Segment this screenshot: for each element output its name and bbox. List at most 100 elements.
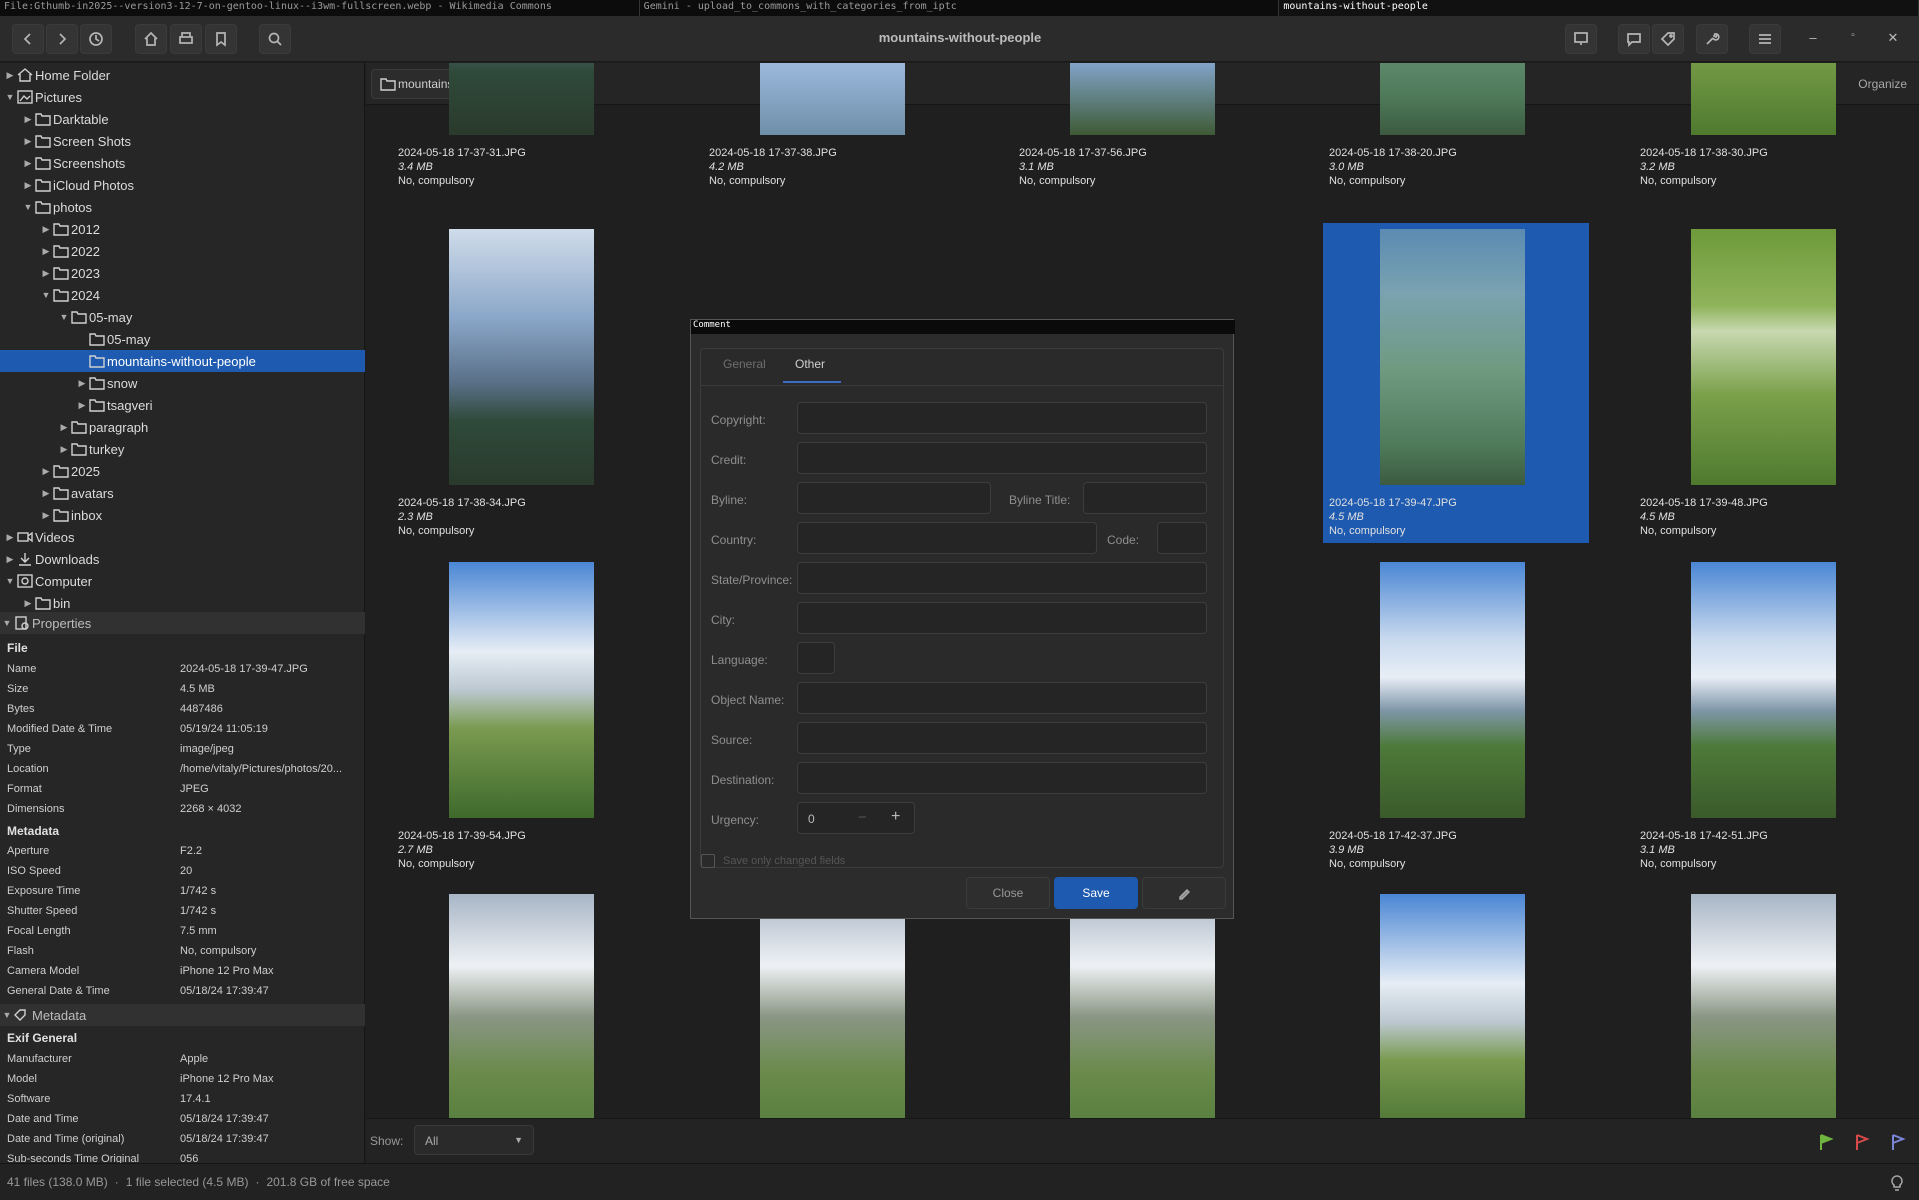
history-button[interactable] <box>80 24 112 54</box>
thumbnail[interactable] <box>1013 888 1279 1118</box>
maximize-button[interactable]: ▫ <box>1843 30 1863 50</box>
tree-item[interactable]: ▶ tsagveri <box>0 394 365 416</box>
chevron-down-icon[interactable]: ▼ <box>57 312 71 322</box>
lightbulb-icon[interactable] <box>1889 1174 1905 1192</box>
city-input[interactable] <box>797 602 1207 634</box>
tree-item[interactable]: ▶ iCloud Photos <box>0 174 365 196</box>
thumbnail[interactable]: 2024-05-18 17-39-47.JPG 4.5 MB No, compuls… <box>1323 223 1589 543</box>
chevron-down-icon[interactable]: ▼ <box>3 92 17 102</box>
tree-item[interactable]: ▶ Darktable <box>0 108 365 130</box>
window-tab-wikimedia[interactable]: File:Gthumb-in2025--version3-12-7-on-gen… <box>0 0 640 16</box>
thumbnail[interactable]: 2024-05-18 17-38-30.JPG 3.2 MB No, compuls… <box>1634 63 1900 193</box>
chevron-right-icon[interactable]: ▶ <box>39 510 53 521</box>
tree-item[interactable]: ▶ Screenshots <box>0 152 365 174</box>
tree-item[interactable]: ▼ 05-may <box>0 306 365 328</box>
copyright-input[interactable] <box>797 402 1207 434</box>
chevron-right-icon[interactable]: ▶ <box>21 114 35 125</box>
country-input[interactable] <box>797 522 1097 554</box>
comment-button[interactable] <box>1618 24 1650 54</box>
tree-item[interactable]: ▶ avatars <box>0 482 365 504</box>
tab-other[interactable]: Other <box>795 357 825 371</box>
minimize-button[interactable]: – <box>1803 30 1823 50</box>
edit-button[interactable] <box>1142 877 1226 909</box>
object-name-input[interactable] <box>797 682 1207 714</box>
thumbnail[interactable]: 2024-05-18 17-38-20.JPG 3.0 MB No, compuls… <box>1323 63 1589 193</box>
tree-item[interactable]: 05-may <box>0 328 365 350</box>
import-button[interactable] <box>170 24 202 54</box>
increment-icon[interactable]: + <box>891 808 900 826</box>
chevron-right-icon[interactable]: ▶ <box>75 378 89 389</box>
decrement-icon[interactable]: − <box>858 809 867 826</box>
tree-item[interactable]: ▼ photos <box>0 196 365 218</box>
thumbnail[interactable]: 2024-05-18 17-42-51.JPG 3.1 MB No, compuls… <box>1634 556 1900 876</box>
tree-item[interactable]: ▶ Downloads <box>0 548 365 570</box>
close-button[interactable]: Close <box>966 877 1050 909</box>
chevron-right-icon[interactable]: ▶ <box>57 422 71 433</box>
slideshow-button[interactable] <box>1565 24 1597 54</box>
tree-item[interactable]: ▼ 2024 <box>0 284 365 306</box>
source-input[interactable] <box>797 722 1207 754</box>
chevron-right-icon[interactable]: ▶ <box>21 158 35 169</box>
chevron-right-icon[interactable]: ▶ <box>75 400 89 411</box>
tree-item[interactable]: ▶ inbox <box>0 504 365 526</box>
chevron-right-icon[interactable]: ▶ <box>21 598 35 609</box>
thumbnail[interactable]: 2024-05-18 17-38-34.JPG 2.3 MB No, compuls… <box>392 223 658 543</box>
tab-general[interactable]: General <box>723 357 766 371</box>
chevron-right-icon[interactable]: ▶ <box>57 444 71 455</box>
destination-input[interactable] <box>797 762 1207 794</box>
chevron-down-icon[interactable]: ▼ <box>3 576 17 586</box>
tree-item[interactable]: ▶ Videos <box>0 526 365 548</box>
thumbnail[interactable]: 2024-05-18 17-37-31.JPG 3.4 MB No, compuls… <box>392 63 658 193</box>
tree-item[interactable]: ▶ Home Folder <box>0 64 365 86</box>
chevron-right-icon[interactable]: ▶ <box>3 70 17 81</box>
chevron-right-icon[interactable]: ▶ <box>3 554 17 565</box>
thumbnail[interactable]: 2024-05-18 17-37-56.JPG 3.1 MB No, compuls… <box>1013 63 1279 193</box>
tags-button[interactable] <box>1652 24 1684 54</box>
window-tab-gemini[interactable]: Gemini - upload_to_commons_with_categori… <box>640 0 1280 16</box>
byline-input[interactable] <box>797 482 991 514</box>
credit-input[interactable] <box>797 442 1207 474</box>
forward-button[interactable] <box>46 24 78 54</box>
tree-item[interactable]: ▶ turkey <box>0 438 365 460</box>
chevron-right-icon[interactable]: ▶ <box>39 224 53 235</box>
chevron-right-icon[interactable]: ▶ <box>21 136 35 147</box>
state-input[interactable] <box>797 562 1207 594</box>
chevron-right-icon[interactable]: ▶ <box>39 246 53 257</box>
thumbnail[interactable] <box>1634 888 1900 1118</box>
bookmarks-button[interactable] <box>205 24 237 54</box>
tree-item[interactable]: ▶ 2022 <box>0 240 365 262</box>
tree-item[interactable]: ▼ Pictures <box>0 86 365 108</box>
home-button[interactable] <box>135 24 167 54</box>
show-filter-select[interactable]: All ▼ <box>414 1125 534 1155</box>
thumbnail[interactable]: 2024-05-18 17-39-48.JPG 4.5 MB No, compuls… <box>1634 223 1900 543</box>
thumbnail[interactable] <box>703 888 969 1118</box>
thumbnail[interactable] <box>1323 888 1589 1118</box>
tree-item[interactable]: ▶ paragraph <box>0 416 365 438</box>
tools-button[interactable] <box>1696 24 1728 54</box>
chevron-down-icon[interactable]: ▼ <box>21 202 35 212</box>
thumbnail[interactable]: 2024-05-18 17-39-54.JPG 2.7 MB No, compuls… <box>392 556 658 876</box>
chevron-right-icon[interactable]: ▶ <box>3 532 17 543</box>
blue-flag-icon[interactable] <box>1890 1133 1906 1151</box>
tree-item[interactable]: ▶ 2025 <box>0 460 365 482</box>
tree-item[interactable]: ▶ 2012 <box>0 218 365 240</box>
country-code-input[interactable] <box>1157 522 1207 554</box>
tree-item[interactable]: mountains-without-people <box>0 350 365 372</box>
green-flag-icon[interactable] <box>1818 1133 1834 1151</box>
save-changed-checkbox[interactable] <box>701 854 715 868</box>
main-menu-button[interactable] <box>1749 24 1781 54</box>
language-input[interactable] <box>797 642 835 674</box>
thumbnail[interactable]: 2024-05-18 17-42-37.JPG 3.9 MB No, compuls… <box>1323 556 1589 876</box>
chevron-right-icon[interactable]: ▶ <box>39 268 53 279</box>
properties-section-header[interactable]: ▼ Properties <box>0 612 365 634</box>
chevron-right-icon[interactable]: ▶ <box>39 466 53 477</box>
urgency-spinbutton[interactable]: 0 − + <box>797 802 915 834</box>
thumbnail[interactable]: 2024-05-18 17-37-38.JPG 4.2 MB No, compuls… <box>703 63 969 193</box>
tree-item[interactable]: ▶ snow <box>0 372 365 394</box>
search-button[interactable] <box>259 24 291 54</box>
byline-title-input[interactable] <box>1083 482 1207 514</box>
close-window-button[interactable]: ✕ <box>1883 30 1903 50</box>
chevron-right-icon[interactable]: ▶ <box>21 180 35 191</box>
tree-item[interactable]: ▶ bin <box>0 592 365 614</box>
thumbnail[interactable] <box>392 888 658 1118</box>
